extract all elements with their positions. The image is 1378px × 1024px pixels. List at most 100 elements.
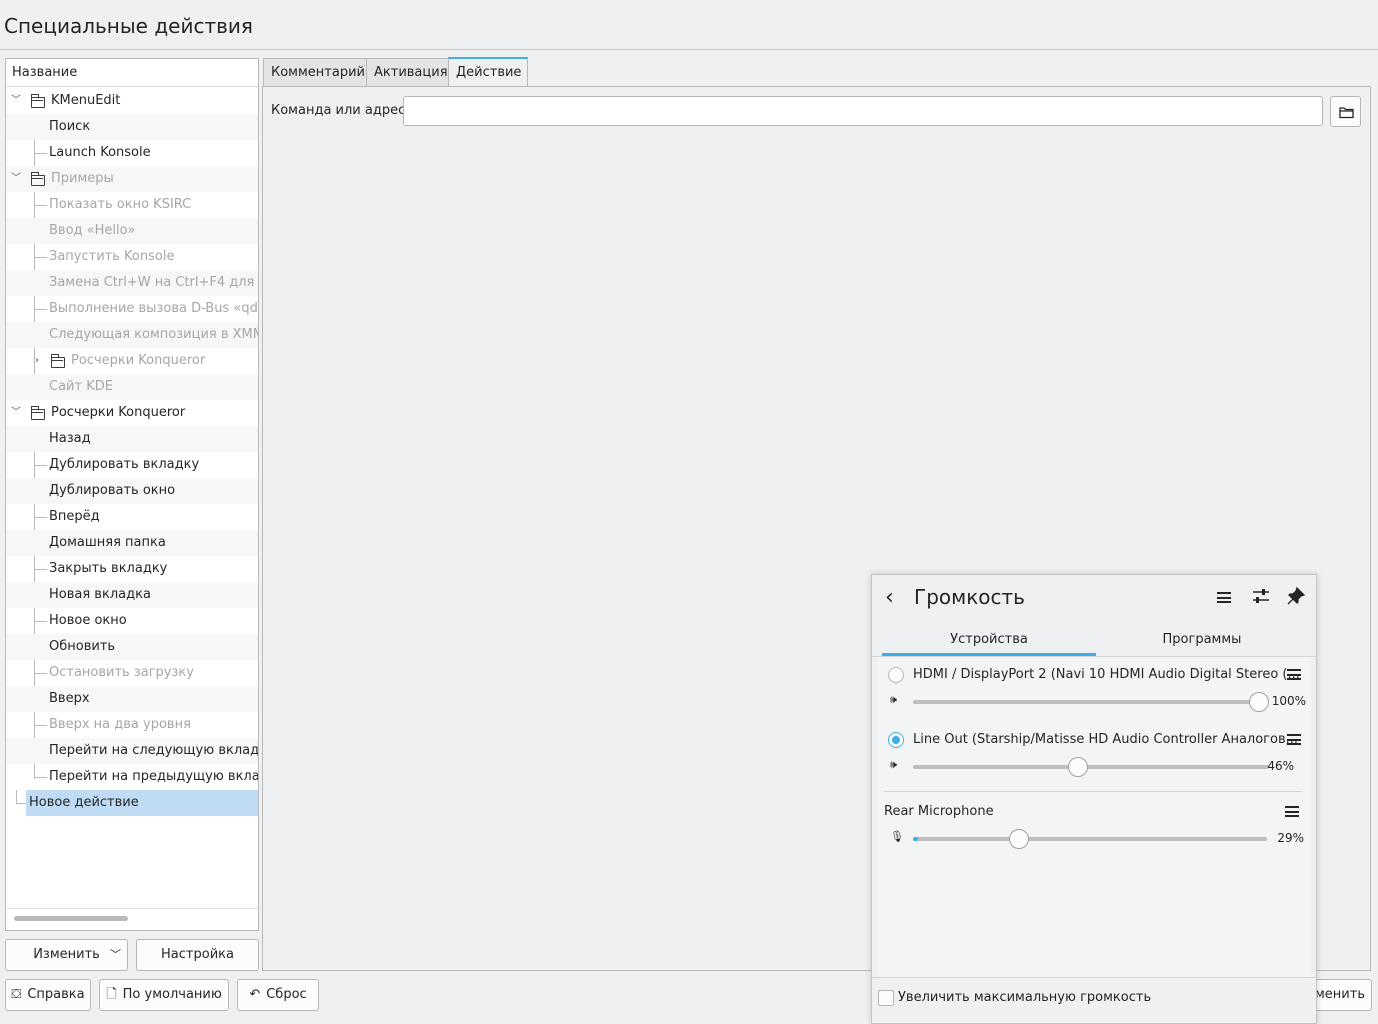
tree-item-konqueror-gestures-examples[interactable]: › Росчерки Konqueror xyxy=(6,348,258,374)
back-arrow-icon[interactable]: ‹ xyxy=(885,585,894,610)
tree-item[interactable]: Новая вкладка xyxy=(6,582,258,608)
tree-item[interactable]: Обновить xyxy=(6,634,258,660)
tree-item-kmenuedit[interactable]: ﹀ KMenuEdit xyxy=(6,88,258,114)
device-name: HDMI / DisplayPort 2 (Navi 10 HDMI Audio… xyxy=(913,667,1300,682)
tree-item[interactable]: Назад xyxy=(6,426,258,452)
folder-open-icon xyxy=(1339,107,1354,119)
chevron-down-icon[interactable]: ﹀ xyxy=(10,407,22,419)
device-menu-icon[interactable] xyxy=(1287,669,1301,680)
tree-item[interactable]: Вверх xyxy=(6,686,258,712)
tree-item[interactable]: Вперёд xyxy=(6,504,258,530)
tree-item-examples[interactable]: ﹀ Примеры xyxy=(6,166,258,192)
tree-item-new-action[interactable]: Новое действие xyxy=(26,790,258,816)
tree-item[interactable]: Остановить загрузку xyxy=(6,660,258,686)
footer-separator xyxy=(872,977,1316,978)
hamburger-menu-icon[interactable] xyxy=(1217,592,1231,603)
microphone-menu-icon[interactable] xyxy=(1285,806,1299,817)
volume-slider-handle[interactable] xyxy=(1068,757,1088,777)
tree-item[interactable]: Сайт KDE xyxy=(6,374,258,400)
section-separator xyxy=(884,791,1302,792)
tab-devices[interactable]: Устройства xyxy=(882,632,1096,647)
tree-item-label: Показать окно KSIRC xyxy=(49,197,192,212)
tree-item-label: Замена Ctrl+W на Ctrl+F4 для Qt D xyxy=(49,275,258,290)
volume-title: Громкость xyxy=(914,585,1025,609)
tab-trigger[interactable]: Активация xyxy=(366,58,449,87)
settings-button[interactable]: Настройка xyxy=(136,939,259,971)
tree-item-label: Launch Konsole xyxy=(49,145,151,160)
tab-applications[interactable]: Программы xyxy=(1096,632,1308,647)
tree-item[interactable]: Перейти на следующую вкладку xyxy=(6,738,258,764)
tree-item-label: Назад xyxy=(49,431,91,446)
device-default-radio[interactable] xyxy=(888,732,904,748)
edit-menu-button[interactable]: Изменить ﹀ xyxy=(5,939,128,971)
tree-item-konqueror-gestures[interactable]: ﹀ Росчерки Konqueror xyxy=(6,400,258,426)
folder-icon xyxy=(31,172,45,186)
device-default-radio[interactable] xyxy=(888,667,904,683)
help-button[interactable]: ⛋ Справка xyxy=(5,979,91,1011)
tree-item[interactable]: Показать окно KSIRC xyxy=(6,192,258,218)
device-menu-icon[interactable] xyxy=(1287,734,1301,745)
chevron-down-icon[interactable]: ﹀ xyxy=(10,95,22,107)
volume-slider-track[interactable] xyxy=(913,765,1269,769)
tree-item-label: Закрыть вкладку xyxy=(49,561,168,576)
tab-comment[interactable]: Комментарий xyxy=(263,58,367,87)
tree-item[interactable]: Новое окно xyxy=(6,608,258,634)
tree-item-label: Поиск xyxy=(49,119,91,134)
tree-item-label: Сайт KDE xyxy=(49,379,113,394)
raise-max-volume-checkbox[interactable] xyxy=(878,990,894,1006)
tree-item[interactable]: Поиск xyxy=(6,114,258,140)
help-button-label: Справка xyxy=(27,987,85,1002)
horizontal-scrollbar[interactable] xyxy=(14,916,128,921)
tab-label: Действие xyxy=(456,65,522,80)
tab-action[interactable]: Действие xyxy=(448,57,528,87)
tree-item-label: Перейти на следующую вкладку xyxy=(49,743,259,758)
tab-label: Активация xyxy=(374,65,448,80)
tree-item[interactable]: Замена Ctrl+W на Ctrl+F4 для Qt D xyxy=(6,270,258,296)
speaker-icon[interactable]: 🕪 xyxy=(890,693,897,707)
chevron-down-icon: ﹀ xyxy=(110,948,121,961)
chevron-right-icon[interactable]: › xyxy=(31,355,43,367)
tree-item-label: Дублировать вкладку xyxy=(49,457,200,472)
mic-slider-handle[interactable] xyxy=(1009,829,1029,849)
tree-item-label: Новая вкладка xyxy=(49,587,151,602)
tree-item-label: Вперёд xyxy=(49,509,100,524)
chevron-down-icon[interactable]: ﹀ xyxy=(10,173,22,185)
title-separator xyxy=(0,49,1378,50)
tree-item[interactable]: Выполнение вызова D-Bus «qdbu xyxy=(6,296,258,322)
tree-item-label: Перейти на предыдущую вкладку xyxy=(49,769,259,784)
tree-item-label: Вверх xyxy=(49,691,90,706)
raise-max-volume-label[interactable]: Увеличить максимальную громкость xyxy=(898,990,1151,1005)
browse-button[interactable] xyxy=(1330,96,1361,127)
undo-icon: ↶ xyxy=(249,987,261,1002)
tree-item-label: Запустить Konsole xyxy=(49,249,175,264)
tree-item[interactable]: Запустить Konsole xyxy=(6,244,258,270)
action-tree[interactable]: Название ﹀ KMenuEdit Поиск Launch Konsol… xyxy=(5,58,259,931)
mic-slider-track[interactable] xyxy=(913,837,1267,841)
tree-item[interactable]: Домашняя папка xyxy=(6,530,258,556)
tree-header-name[interactable]: Название xyxy=(6,59,258,87)
tree-item[interactable]: Закрыть вкладку xyxy=(6,556,258,582)
settings-button-label: Настройка xyxy=(161,947,234,962)
tree-item[interactable]: Launch Konsole xyxy=(6,140,258,166)
tree-item[interactable]: Дублировать окно xyxy=(6,478,258,504)
tree-item-label: Примеры xyxy=(51,171,114,186)
volume-slider-track[interactable] xyxy=(913,700,1269,704)
tree-item-label: Остановить загрузку xyxy=(49,665,194,680)
tree-item[interactable]: Вверх на два уровня xyxy=(6,712,258,738)
pin-icon[interactable] xyxy=(1287,586,1306,609)
tree-item[interactable]: Следующая композиция в XMMS xyxy=(6,322,258,348)
tree-item[interactable]: Дублировать вкладку xyxy=(6,452,258,478)
configure-sliders-icon[interactable] xyxy=(1252,585,1270,611)
tree-item[interactable]: Перейти на предыдущую вкладку xyxy=(6,764,258,790)
speaker-icon[interactable]: 🕪 xyxy=(890,758,897,772)
tree-item[interactable]: Ввод «Hello» xyxy=(6,218,258,244)
command-input[interactable] xyxy=(403,96,1323,126)
folder-icon xyxy=(31,406,45,420)
microphone-icon[interactable]: 🎙 xyxy=(890,830,904,843)
tree-item-label: Следующая композиция в XMMS xyxy=(49,327,259,342)
reset-button[interactable]: ↶ Сброс xyxy=(237,979,319,1011)
tree-item-label: KMenuEdit xyxy=(51,93,121,108)
reset-button-label: Сброс xyxy=(266,987,307,1002)
volume-percent: 46% xyxy=(1267,759,1294,773)
defaults-button[interactable]: 🗋 По умолчанию xyxy=(99,979,229,1011)
